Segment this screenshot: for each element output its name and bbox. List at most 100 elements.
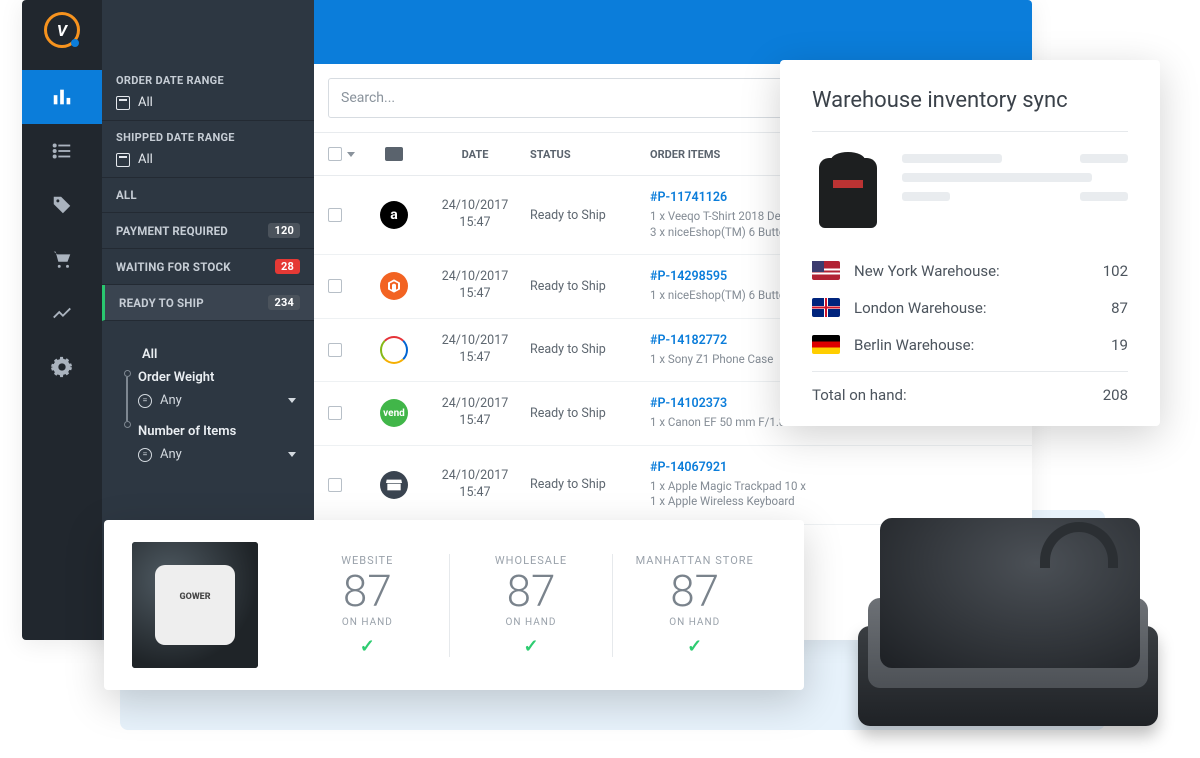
- nav-dashboard[interactable]: [22, 70, 102, 124]
- gear-icon: [51, 356, 73, 378]
- order-status: Ready to Ship: [530, 208, 650, 223]
- channel-qty: 87: [468, 569, 595, 613]
- filter-value: All: [138, 95, 153, 110]
- status-badge: 234: [268, 295, 300, 310]
- subfilter-value: Any: [160, 393, 182, 408]
- check-icon: ✓: [468, 636, 595, 657]
- status-label: WAITING FOR STOCK: [116, 260, 231, 274]
- filter-order-date[interactable]: ORDER DATE RANGE All: [102, 64, 314, 121]
- product-image: [132, 542, 258, 668]
- order-time: 15:47: [420, 350, 530, 367]
- filter-label: SHIPPED DATE RANGE: [116, 131, 300, 144]
- subfilter-items-label: Number of Items: [138, 424, 296, 439]
- store-column-icon: [385, 147, 403, 161]
- flag-us-icon: [812, 261, 840, 280]
- order-status: Ready to Ship: [530, 342, 650, 357]
- status-filter-ready-to-ship[interactable]: READY TO SHIP 234: [102, 285, 314, 321]
- product-thumbnail: [812, 150, 884, 236]
- nav-cart[interactable]: [22, 232, 102, 286]
- status-badge: 28: [275, 259, 300, 274]
- order-status: Ready to Ship: [530, 279, 650, 294]
- status-filter-payment-required[interactable]: PAYMENT REQUIRED 120: [102, 213, 314, 249]
- warehouse-name: Berlin Warehouse:: [854, 336, 1074, 354]
- channel-block: MANHATTAN STORE87ON HAND✓: [613, 554, 776, 657]
- total-label: Total on hand:: [812, 386, 907, 404]
- warehouse-name: London Warehouse:: [854, 299, 1074, 317]
- status-filter-waiting-for-stock[interactable]: WAITING FOR STOCK 28: [102, 249, 314, 285]
- subfilter-items[interactable]: = Any: [138, 447, 296, 462]
- nav-settings[interactable]: [22, 340, 102, 394]
- column-date[interactable]: DATE: [420, 148, 530, 161]
- list-icon: [51, 140, 73, 162]
- warehouse-row: London Warehouse: 87: [812, 289, 1128, 326]
- amazon-icon: a: [380, 201, 408, 229]
- chevron-down-icon[interactable]: [347, 152, 355, 157]
- row-checkbox[interactable]: [328, 406, 342, 420]
- order-date: 24/10/2017: [420, 198, 530, 215]
- store-icon: [380, 471, 408, 499]
- chevron-down-icon: [288, 398, 296, 403]
- channel-sublabel: ON HAND: [468, 617, 595, 628]
- channel-sublabel: ON HAND: [304, 617, 431, 628]
- warehouse-name: New York Warehouse:: [854, 262, 1074, 280]
- flag-uk-icon: [812, 298, 840, 317]
- subfilter-weight[interactable]: =Any: [138, 393, 296, 408]
- order-time: 15:47: [420, 286, 530, 303]
- bar-chart-icon: [51, 86, 73, 108]
- row-checkbox[interactable]: [328, 343, 342, 357]
- channel-sublabel: ON HAND: [631, 617, 758, 628]
- placeholder-lines: [902, 150, 1128, 201]
- inventory-title: Warehouse inventory sync: [812, 88, 1128, 113]
- order-time: 15:47: [420, 215, 530, 232]
- order-status: Ready to Ship: [530, 477, 650, 492]
- warehouse-qty: 87: [1088, 299, 1128, 317]
- status-label: PAYMENT REQUIRED: [116, 224, 228, 238]
- warehouse-row: New York Warehouse:102: [812, 252, 1128, 289]
- order-date: 24/10/2017: [420, 333, 530, 350]
- total-value: 208: [1103, 386, 1128, 404]
- subfilter-all[interactable]: All: [142, 347, 296, 362]
- select-all-checkbox[interactable]: [328, 147, 342, 161]
- order-status: Ready to Ship: [530, 406, 650, 421]
- row-checkbox[interactable]: [328, 208, 342, 222]
- nav-tags[interactable]: [22, 178, 102, 232]
- channel-qty: 87: [304, 569, 431, 613]
- order-date: 24/10/2017: [420, 269, 530, 286]
- order-id[interactable]: #P-14067921: [650, 460, 1018, 475]
- flag-de-icon: [812, 335, 840, 354]
- status-filter-all[interactable]: ALL: [102, 178, 314, 213]
- folded-shirts-image: [838, 492, 1178, 752]
- row-checkbox[interactable]: [328, 279, 342, 293]
- filter-value: All: [138, 152, 153, 167]
- order-time: 15:47: [420, 485, 530, 502]
- cart-icon: [51, 248, 73, 270]
- tag-icon: [51, 194, 73, 216]
- subfilter-value: Any: [160, 447, 182, 462]
- warehouse-inventory-card: Warehouse inventory sync New York Wareho…: [780, 60, 1160, 426]
- status-label: ALL: [116, 188, 137, 202]
- equals-icon: =: [138, 448, 152, 462]
- warehouse-qty: 19: [1088, 336, 1128, 354]
- status-label: READY TO SHIP: [119, 296, 204, 310]
- check-icon: ✓: [631, 636, 758, 657]
- ebay-icon: [380, 336, 408, 364]
- channels-card: WEBSITE87ON HAND✓WHOLESALE87ON HAND✓MANH…: [104, 520, 804, 690]
- order-time: 15:47: [420, 413, 530, 430]
- check-icon: ✓: [304, 636, 431, 657]
- nav-list[interactable]: [22, 124, 102, 178]
- channel-block: WEBSITE87ON HAND✓: [286, 554, 450, 657]
- vend-icon: vend: [380, 399, 408, 427]
- column-status[interactable]: STATUS: [530, 148, 650, 161]
- magento-icon: [380, 272, 408, 300]
- row-checkbox[interactable]: [328, 478, 342, 492]
- channel-qty: 87: [631, 569, 758, 613]
- subfilter-weight-label: Order Weight: [138, 370, 296, 385]
- divider: [812, 131, 1128, 132]
- status-badge: 120: [268, 223, 300, 238]
- order-date: 24/10/2017: [420, 396, 530, 413]
- chevron-down-icon: [288, 452, 296, 457]
- calendar-icon: [116, 153, 130, 167]
- filter-shipped-date[interactable]: SHIPPED DATE RANGE All: [102, 121, 314, 178]
- nav-analytics[interactable]: [22, 286, 102, 340]
- trend-icon: [51, 302, 73, 324]
